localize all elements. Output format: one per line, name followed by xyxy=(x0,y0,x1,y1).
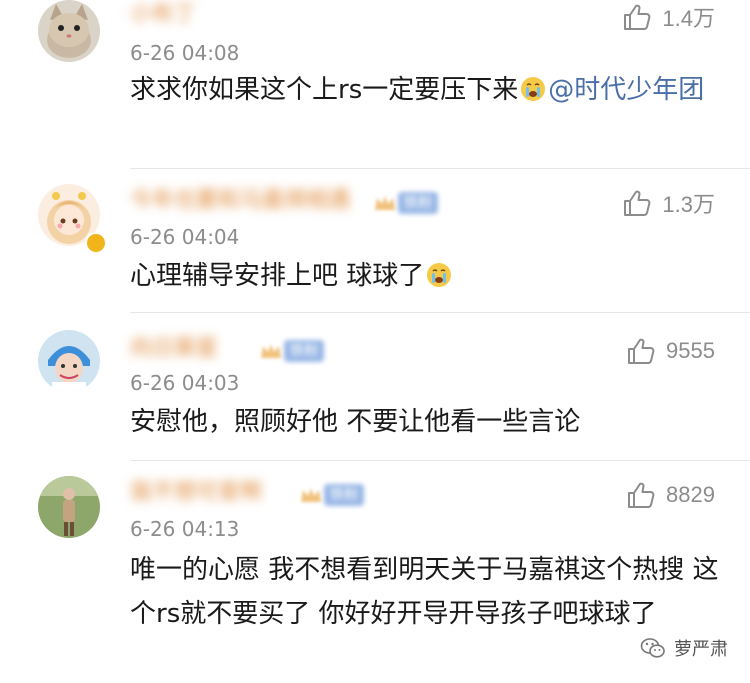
thumbs-up-icon xyxy=(624,4,651,30)
like-button[interactable]: 1.3万 xyxy=(622,188,715,218)
crown-icon xyxy=(261,344,281,358)
crying-face-icon xyxy=(427,263,452,287)
like-button[interactable]: 9555 xyxy=(626,336,715,366)
comment-body: 求求你如果这个上rs一定要压下来 xyxy=(130,75,519,105)
thumbs-up-icon xyxy=(624,190,651,216)
avatar[interactable] xyxy=(38,0,100,62)
like-button[interactable]: 1.4万 xyxy=(622,2,715,32)
comment-item[interactable]: 今年也要和马嘉祺相遇 铁粉 6-26 04:04 1.3万 心理辅导安排上吧 球… xyxy=(0,168,750,312)
cat-avatar-icon xyxy=(38,0,100,62)
fan-badge: 铁粉 xyxy=(398,192,438,214)
thumbs-up-icon xyxy=(628,338,655,364)
comment-body: 安慰他，照顾好他 不要让他看一些言论 xyxy=(130,407,581,437)
comment-text[interactable]: 安慰他，照顾好他 不要让他看一些言论 xyxy=(130,400,720,444)
timestamp: 6-26 04:03 xyxy=(130,371,240,395)
mention-link[interactable]: @时代少年团 xyxy=(548,75,704,105)
avatar[interactable] xyxy=(38,330,100,392)
comment-text[interactable]: 求求你如果这个上rs一定要压下来 @时代少年团 xyxy=(130,68,720,112)
comment-text[interactable]: 心理辅导安排上吧 球球了 xyxy=(130,254,720,298)
like-count: 8829 xyxy=(666,482,715,507)
avatar[interactable] xyxy=(38,476,100,538)
thumbs-up-icon xyxy=(628,482,655,508)
like-count: 1.4万 xyxy=(662,6,715,31)
username[interactable]: 小布丁 xyxy=(130,2,196,28)
username[interactable]: 向日葵星 xyxy=(130,336,218,362)
verified-badge-icon xyxy=(85,232,107,254)
fan-badge: 铁粉 xyxy=(324,484,364,506)
comment-body: 唯一的心愿 我不想看到明天关于马嘉祺这个热搜 这个rs就不要买了 你好好开导开导… xyxy=(130,555,719,629)
person-avatar-icon xyxy=(38,476,100,538)
comment-item[interactable]: 我不想可爱啊 铁粉 6-26 04:13 8829 唯一的心愿 我不想看到明天关… xyxy=(0,460,750,683)
crown-icon xyxy=(375,196,395,210)
timestamp: 6-26 04:13 xyxy=(130,517,240,541)
wechat-icon xyxy=(640,638,665,658)
like-button[interactable]: 8829 xyxy=(626,480,715,510)
fan-badge: 铁粉 xyxy=(284,340,324,362)
crying-face-icon xyxy=(521,77,546,101)
username[interactable]: 今年也要和马嘉祺相遇 xyxy=(130,188,350,214)
comment-text[interactable]: 唯一的心愿 我不想看到明天关于马嘉祺这个热搜 这个rs就不要买了 你好好开导开导… xyxy=(130,548,720,636)
crown-icon xyxy=(301,488,321,502)
watermark: 萝严肃 xyxy=(640,635,728,661)
comment-body: 心理辅导安排上吧 球球了 xyxy=(130,261,425,291)
like-count: 9555 xyxy=(666,338,715,363)
username[interactable]: 我不想可爱啊 xyxy=(130,480,262,506)
like-count: 1.3万 xyxy=(662,192,715,217)
timestamp: 6-26 04:04 xyxy=(130,225,240,249)
comment-item[interactable]: 向日葵星 铁粉 6-26 04:03 9555 安慰他，照顾好他 不要让他看一些… xyxy=(0,312,750,460)
comment-item[interactable]: 小布丁 6-26 04:08 1.4万 求求你如果这个上rs一定要压下来 @时代少… xyxy=(0,0,750,168)
timestamp: 6-26 04:08 xyxy=(130,41,240,65)
watermark-label: 萝严肃 xyxy=(674,639,728,660)
person-avatar-icon xyxy=(38,330,100,392)
